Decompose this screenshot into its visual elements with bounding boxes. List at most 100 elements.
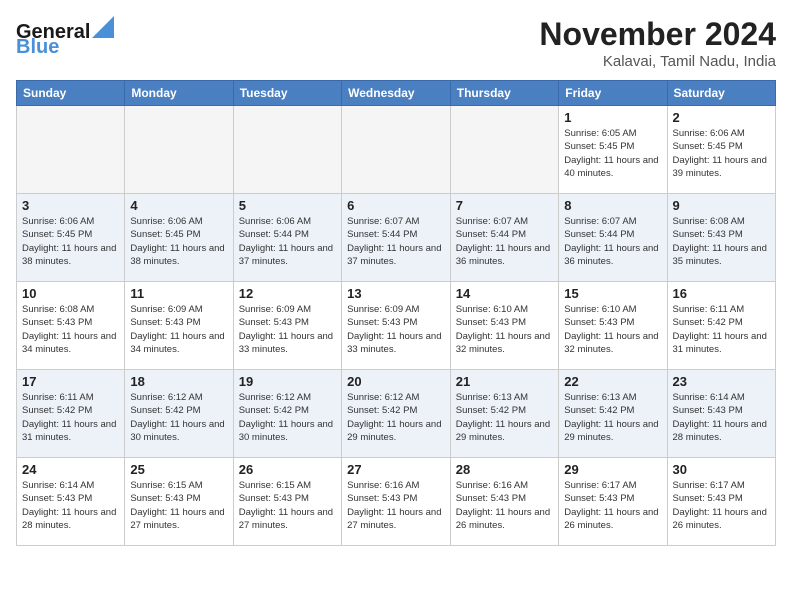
day-detail: Sunrise: 6:07 AMSunset: 5:44 PMDaylight:… xyxy=(564,215,661,268)
calendar-cell: 27 Sunrise: 6:16 AMSunset: 5:43 PMDaylig… xyxy=(342,458,451,546)
day-detail: Sunrise: 6:10 AMSunset: 5:43 PMDaylight:… xyxy=(564,303,661,356)
weekday-header-saturday: Saturday xyxy=(667,81,776,106)
day-detail: Sunrise: 6:14 AMSunset: 5:43 PMDaylight:… xyxy=(22,479,119,532)
day-number: 30 xyxy=(673,462,771,477)
day-detail: Sunrise: 6:08 AMSunset: 5:43 PMDaylight:… xyxy=(673,215,771,268)
calendar-cell: 20 Sunrise: 6:12 AMSunset: 5:42 PMDaylig… xyxy=(342,370,451,458)
day-detail: Sunrise: 6:09 AMSunset: 5:43 PMDaylight:… xyxy=(130,303,227,356)
calendar-cell xyxy=(17,106,125,194)
day-detail: Sunrise: 6:06 AMSunset: 5:45 PMDaylight:… xyxy=(22,215,119,268)
month-title: November 2024 xyxy=(539,16,776,53)
calendar-cell: 28 Sunrise: 6:16 AMSunset: 5:43 PMDaylig… xyxy=(450,458,558,546)
calendar-week-row: 3 Sunrise: 6:06 AMSunset: 5:45 PMDayligh… xyxy=(17,194,776,282)
calendar-cell: 13 Sunrise: 6:09 AMSunset: 5:43 PMDaylig… xyxy=(342,282,451,370)
day-number: 3 xyxy=(22,198,119,213)
calendar-cell: 4 Sunrise: 6:06 AMSunset: 5:45 PMDayligh… xyxy=(125,194,233,282)
day-number: 25 xyxy=(130,462,227,477)
day-number: 22 xyxy=(564,374,661,389)
location-text: Kalavai, Tamil Nadu, India xyxy=(539,53,776,70)
day-number: 19 xyxy=(239,374,336,389)
title-block: November 2024 Kalavai, Tamil Nadu, India xyxy=(539,16,776,70)
calendar-cell: 22 Sunrise: 6:13 AMSunset: 5:42 PMDaylig… xyxy=(559,370,667,458)
calendar-cell: 11 Sunrise: 6:09 AMSunset: 5:43 PMDaylig… xyxy=(125,282,233,370)
day-detail: Sunrise: 6:07 AMSunset: 5:44 PMDaylight:… xyxy=(347,215,445,268)
calendar-cell: 21 Sunrise: 6:13 AMSunset: 5:42 PMDaylig… xyxy=(450,370,558,458)
calendar-cell: 9 Sunrise: 6:08 AMSunset: 5:43 PMDayligh… xyxy=(667,194,776,282)
day-number: 6 xyxy=(347,198,445,213)
day-detail: Sunrise: 6:16 AMSunset: 5:43 PMDaylight:… xyxy=(347,479,445,532)
calendar-cell: 18 Sunrise: 6:12 AMSunset: 5:42 PMDaylig… xyxy=(125,370,233,458)
weekday-header-wednesday: Wednesday xyxy=(342,81,451,106)
calendar-cell: 7 Sunrise: 6:07 AMSunset: 5:44 PMDayligh… xyxy=(450,194,558,282)
day-number: 4 xyxy=(130,198,227,213)
day-detail: Sunrise: 6:13 AMSunset: 5:42 PMDaylight:… xyxy=(456,391,553,444)
day-number: 14 xyxy=(456,286,553,301)
day-number: 21 xyxy=(456,374,553,389)
day-detail: Sunrise: 6:06 AMSunset: 5:45 PMDaylight:… xyxy=(130,215,227,268)
day-detail: Sunrise: 6:16 AMSunset: 5:43 PMDaylight:… xyxy=(456,479,553,532)
day-detail: Sunrise: 6:10 AMSunset: 5:43 PMDaylight:… xyxy=(456,303,553,356)
calendar-cell: 30 Sunrise: 6:17 AMSunset: 5:43 PMDaylig… xyxy=(667,458,776,546)
day-number: 28 xyxy=(456,462,553,477)
day-detail: Sunrise: 6:08 AMSunset: 5:43 PMDaylight:… xyxy=(22,303,119,356)
calendar-cell: 19 Sunrise: 6:12 AMSunset: 5:42 PMDaylig… xyxy=(233,370,341,458)
day-detail: Sunrise: 6:11 AMSunset: 5:42 PMDaylight:… xyxy=(673,303,771,356)
header: General Blue General Blue November 2024 … xyxy=(16,16,776,70)
day-number: 16 xyxy=(673,286,771,301)
calendar-cell xyxy=(450,106,558,194)
day-detail: Sunrise: 6:15 AMSunset: 5:43 PMDaylight:… xyxy=(239,479,336,532)
day-detail: Sunrise: 6:06 AMSunset: 5:45 PMDaylight:… xyxy=(673,127,771,180)
day-detail: Sunrise: 6:07 AMSunset: 5:44 PMDaylight:… xyxy=(456,215,553,268)
day-number: 10 xyxy=(22,286,119,301)
day-number: 12 xyxy=(239,286,336,301)
page-container: General Blue General Blue November 2024 … xyxy=(0,0,792,556)
calendar-cell: 23 Sunrise: 6:14 AMSunset: 5:43 PMDaylig… xyxy=(667,370,776,458)
day-number: 29 xyxy=(564,462,661,477)
day-number: 18 xyxy=(130,374,227,389)
calendar-cell: 17 Sunrise: 6:11 AMSunset: 5:42 PMDaylig… xyxy=(17,370,125,458)
day-number: 15 xyxy=(564,286,661,301)
logo-blue: Blue xyxy=(16,36,116,59)
day-number: 5 xyxy=(239,198,336,213)
calendar-cell: 16 Sunrise: 6:11 AMSunset: 5:42 PMDaylig… xyxy=(667,282,776,370)
day-detail: Sunrise: 6:17 AMSunset: 5:43 PMDaylight:… xyxy=(673,479,771,532)
weekday-header-sunday: Sunday xyxy=(17,81,125,106)
day-number: 27 xyxy=(347,462,445,477)
day-number: 2 xyxy=(673,110,771,125)
weekday-header-tuesday: Tuesday xyxy=(233,81,341,106)
day-number: 13 xyxy=(347,286,445,301)
calendar-table: SundayMondayTuesdayWednesdayThursdayFrid… xyxy=(16,80,776,546)
calendar-cell: 1 Sunrise: 6:05 AMSunset: 5:45 PMDayligh… xyxy=(559,106,667,194)
day-number: 9 xyxy=(673,198,771,213)
day-detail: Sunrise: 6:12 AMSunset: 5:42 PMDaylight:… xyxy=(130,391,227,444)
day-detail: Sunrise: 6:12 AMSunset: 5:42 PMDaylight:… xyxy=(239,391,336,444)
day-detail: Sunrise: 6:17 AMSunset: 5:43 PMDaylight:… xyxy=(564,479,661,532)
weekday-header-friday: Friday xyxy=(559,81,667,106)
day-detail: Sunrise: 6:05 AMSunset: 5:45 PMDaylight:… xyxy=(564,127,661,180)
weekday-header-thursday: Thursday xyxy=(450,81,558,106)
calendar-cell: 25 Sunrise: 6:15 AMSunset: 5:43 PMDaylig… xyxy=(125,458,233,546)
calendar-cell: 8 Sunrise: 6:07 AMSunset: 5:44 PMDayligh… xyxy=(559,194,667,282)
day-detail: Sunrise: 6:15 AMSunset: 5:43 PMDaylight:… xyxy=(130,479,227,532)
day-detail: Sunrise: 6:11 AMSunset: 5:42 PMDaylight:… xyxy=(22,391,119,444)
calendar-week-row: 1 Sunrise: 6:05 AMSunset: 5:45 PMDayligh… xyxy=(17,106,776,194)
calendar-cell: 2 Sunrise: 6:06 AMSunset: 5:45 PMDayligh… xyxy=(667,106,776,194)
day-number: 23 xyxy=(673,374,771,389)
calendar-cell xyxy=(342,106,451,194)
day-detail: Sunrise: 6:09 AMSunset: 5:43 PMDaylight:… xyxy=(239,303,336,356)
day-number: 1 xyxy=(564,110,661,125)
calendar-cell xyxy=(125,106,233,194)
calendar-cell: 12 Sunrise: 6:09 AMSunset: 5:43 PMDaylig… xyxy=(233,282,341,370)
calendar-cell: 15 Sunrise: 6:10 AMSunset: 5:43 PMDaylig… xyxy=(559,282,667,370)
day-detail: Sunrise: 6:06 AMSunset: 5:44 PMDaylight:… xyxy=(239,215,336,268)
calendar-cell: 3 Sunrise: 6:06 AMSunset: 5:45 PMDayligh… xyxy=(17,194,125,282)
day-number: 24 xyxy=(22,462,119,477)
calendar-week-row: 10 Sunrise: 6:08 AMSunset: 5:43 PMDaylig… xyxy=(17,282,776,370)
calendar-cell: 26 Sunrise: 6:15 AMSunset: 5:43 PMDaylig… xyxy=(233,458,341,546)
calendar-cell: 29 Sunrise: 6:17 AMSunset: 5:43 PMDaylig… xyxy=(559,458,667,546)
logo: General Blue General Blue xyxy=(16,16,116,59)
logo-triangle-icon xyxy=(92,16,114,38)
calendar-header-row: SundayMondayTuesdayWednesdayThursdayFrid… xyxy=(17,81,776,106)
calendar-cell: 10 Sunrise: 6:08 AMSunset: 5:43 PMDaylig… xyxy=(17,282,125,370)
day-number: 7 xyxy=(456,198,553,213)
